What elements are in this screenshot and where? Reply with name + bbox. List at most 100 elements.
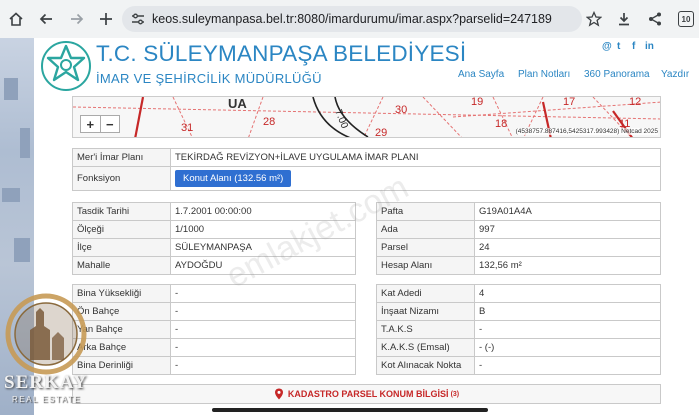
table-row: Ölçeği 1/1000 xyxy=(72,220,356,239)
table-row: K.A.K.S (Emsal) - (-) xyxy=(376,338,661,357)
forward-icon[interactable] xyxy=(67,9,87,29)
build-label: Bina Yüksekliği xyxy=(72,284,171,303)
info-value: 997 xyxy=(474,220,661,239)
new-tab-icon[interactable] xyxy=(96,9,116,29)
parcel-map[interactable]: 31 28 30 29 19 18 17 12 11 UA 7.00 + − (… xyxy=(72,96,661,138)
table-row: Parsel 24 xyxy=(376,238,661,257)
build-value: - xyxy=(170,284,356,303)
brand-name: SERKAY xyxy=(4,372,88,393)
municipality-logo xyxy=(41,41,91,91)
twitter-icon[interactable]: t xyxy=(617,41,620,52)
info-value: G19A01A4A xyxy=(474,202,661,221)
map-road-width: 7.00 xyxy=(332,108,350,131)
build-label: Yan Bahçe xyxy=(72,320,171,339)
build-label: İnşaat Nizamı xyxy=(376,302,475,321)
info-value: 24 xyxy=(474,238,661,257)
nav-plan-notes[interactable]: Plan Notları xyxy=(518,69,570,80)
build-label: K.A.K.S (Emsal) xyxy=(376,338,475,357)
tab-switcher-button[interactable]: 10 xyxy=(678,11,694,27)
table-row: Yan Bahçe - xyxy=(72,320,356,339)
share-icon[interactable] xyxy=(645,9,665,29)
table-row: İlçe SÜLEYMANPAŞA xyxy=(72,238,356,257)
info-label: Mahalle xyxy=(72,256,171,275)
table-row: Ön Bahçe - xyxy=(72,302,356,321)
build-table-right: Kat Adedi 4 İnşaat Nizamı B T.A.K.S - K.A.K… xyxy=(376,284,661,375)
facebook-icon[interactable]: f xyxy=(632,41,635,52)
plan-label: Mer'i İmar Planı xyxy=(72,148,171,167)
page-subtitle: İMAR VE ŞEHİRCİLİK MÜDÜRLÜĞÜ xyxy=(96,71,322,86)
map-label: 12 xyxy=(629,97,641,108)
map-zone-label: UA xyxy=(228,97,247,111)
info-value: SÜLEYMANPAŞA xyxy=(170,238,356,257)
build-label: Kat Adedi xyxy=(376,284,475,303)
home-indicator xyxy=(212,408,488,412)
map-label: 18 xyxy=(495,118,507,130)
map-zoom-control: + − xyxy=(80,115,120,133)
build-value: - xyxy=(170,338,356,357)
download-icon[interactable] xyxy=(614,9,634,29)
info-value: 1.7.2001 00:00:00 xyxy=(170,202,356,221)
table-row: Bina Yüksekliği - xyxy=(72,284,356,303)
table-row: Bina Derinliği - xyxy=(72,356,356,375)
info-table-left: Tasdik Tarihi 1.7.2001 00:00:00 Ölçeği 1/1… xyxy=(72,202,356,275)
table-row: Pafta G19A01A4A xyxy=(376,202,661,221)
build-value: - (-) xyxy=(474,338,661,357)
map-label: 28 xyxy=(263,116,275,128)
info-value: AYDOĞDU xyxy=(170,256,356,275)
map-label: 30 xyxy=(395,104,407,116)
function-button[interactable]: Konut Alanı (132.56 m²) xyxy=(175,170,292,187)
map-label: 31 xyxy=(181,122,193,134)
map-label: 29 xyxy=(375,127,387,138)
nav-home[interactable]: Ana Sayfa xyxy=(458,69,504,80)
info-label: İlçe xyxy=(72,238,171,257)
table-row: Fonksiyon Konut Alanı (132.56 m²) xyxy=(72,166,661,191)
kadastro-count: (3) xyxy=(450,390,460,398)
build-label: T.A.K.S xyxy=(376,320,475,339)
plan-table: Mer'i İmar Planı TEKİRDAĞ REVİZYON+İLAVE… xyxy=(72,148,661,191)
url-text: keos.suleymanpasa.bel.tr:8080/imardurumu… xyxy=(152,12,552,26)
table-row: Ada 997 xyxy=(376,220,661,239)
info-label: Parsel xyxy=(376,238,475,257)
table-row: Arka Bahçe - xyxy=(72,338,356,357)
home-icon[interactable] xyxy=(6,9,26,29)
table-row: T.A.K.S - xyxy=(376,320,661,339)
build-value: B xyxy=(474,302,661,321)
info-label: Ölçeği xyxy=(72,220,171,239)
build-value: - xyxy=(474,356,661,375)
table-row: Mer'i İmar Planı TEKİRDAĞ REVİZYON+İLAVE… xyxy=(72,148,661,167)
build-table-left: Bina Yüksekliği - Ön Bahçe - Yan Bahçe - Ar… xyxy=(72,284,356,375)
build-label: Arka Bahçe xyxy=(72,338,171,357)
nav-print[interactable]: Yazdır xyxy=(661,69,689,80)
table-row: Hesap Alanı 132,56 m² xyxy=(376,256,661,275)
info-value: 1/1000 xyxy=(170,220,356,239)
info-table-right: Pafta G19A01A4A Ada 997 Parsel 24 Hesap Ala… xyxy=(376,202,661,275)
location-pin-icon xyxy=(274,388,283,400)
nav-panorama[interactable]: 360 Panorama xyxy=(584,69,650,80)
build-value: - xyxy=(170,302,356,321)
brand-subtitle: REAL ESTATE xyxy=(12,395,82,404)
back-icon[interactable] xyxy=(36,9,56,29)
info-label: Ada xyxy=(376,220,475,239)
build-value: - xyxy=(170,320,356,339)
page-title: T.C. SÜLEYMANPAŞA BELEDİYESİ xyxy=(96,41,467,66)
browser-toolbar: keos.suleymanpasa.bel.tr:8080/imardurumu… xyxy=(0,0,699,38)
table-row: Kot Alınacak Nokta - xyxy=(376,356,661,375)
email-icon[interactable]: @ xyxy=(602,41,612,52)
function-label: Fonksiyon xyxy=(72,166,171,191)
info-label: Pafta xyxy=(376,202,475,221)
linkedin-icon[interactable]: in xyxy=(645,41,654,52)
background-map xyxy=(0,38,34,415)
zoom-in-button[interactable]: + xyxy=(81,116,101,132)
site-settings-icon[interactable] xyxy=(131,12,145,26)
page-header: T.C. SÜLEYMANPAŞA BELEDİYESİ İMAR VE ŞEH… xyxy=(34,38,699,96)
address-bar[interactable]: keos.suleymanpasa.bel.tr:8080/imardurumu… xyxy=(122,6,582,32)
table-row: Mahalle AYDOĞDU xyxy=(72,256,356,275)
kadastro-section-header[interactable]: KADASTRO PARSEL KONUM BİLGİSİ (3) xyxy=(72,384,661,404)
zoom-out-button[interactable]: − xyxy=(101,116,120,132)
bookmark-star-icon[interactable] xyxy=(584,9,604,29)
build-value: - xyxy=(170,356,356,375)
table-row: Kat Adedi 4 xyxy=(376,284,661,303)
table-row: İnşaat Nizamı B xyxy=(376,302,661,321)
info-label: Hesap Alanı xyxy=(376,256,475,275)
plan-value: TEKİRDAĞ REVİZYON+İLAVE UYGULAMA İMAR PL… xyxy=(170,148,661,167)
